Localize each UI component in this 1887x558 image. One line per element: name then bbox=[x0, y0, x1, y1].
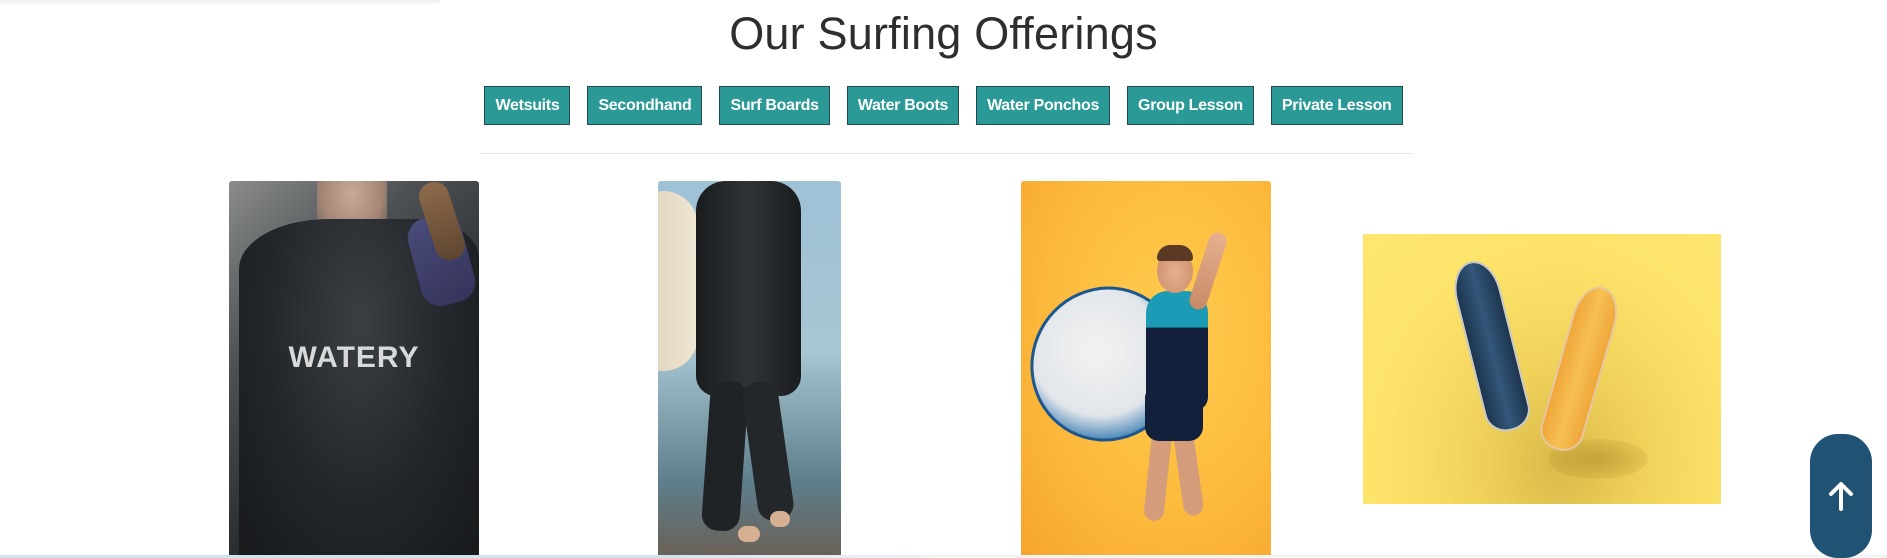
wetsuit-brand-text: WATERY bbox=[288, 341, 420, 374]
section-title: Our Surfing Offerings bbox=[729, 8, 1158, 59]
filter-private-lesson-button[interactable]: Private Lesson bbox=[1270, 86, 1403, 125]
gallery-image-surfer-walking[interactable] bbox=[658, 181, 841, 558]
surfboard-shape bbox=[658, 191, 698, 371]
filter-water-ponchos-button[interactable]: Water Ponchos bbox=[976, 86, 1111, 125]
filter-water-boots-button[interactable]: Water Boots bbox=[846, 86, 960, 125]
navy-surfboard-shape bbox=[1447, 256, 1535, 436]
filter-group-lesson-button[interactable]: Group Lesson bbox=[1127, 86, 1254, 125]
left-foot-shape bbox=[738, 526, 760, 542]
right-foot-shape bbox=[770, 511, 790, 527]
gallery-image-surfboards[interactable] bbox=[1363, 234, 1721, 504]
filter-buttons: Wetsuits Secondhand Surf Boards Water Bo… bbox=[0, 86, 1887, 125]
filter-surf-boards-button[interactable]: Surf Boards bbox=[719, 86, 830, 125]
left-leg-shape bbox=[700, 379, 750, 533]
hair-shape bbox=[1157, 245, 1193, 261]
arrow-up-icon bbox=[1827, 481, 1855, 511]
page: Our Surfing Offerings Wetsuits Secondhan… bbox=[0, 0, 1887, 558]
gallery-image-wetsuit[interactable]: WATERY bbox=[229, 181, 479, 558]
right-leg-shape bbox=[740, 379, 796, 523]
waving-arm-shape bbox=[1187, 230, 1229, 312]
filter-secondhand-button[interactable]: Secondhand bbox=[587, 86, 703, 125]
top-shadow bbox=[0, 0, 440, 6]
orange-surfboard-shape bbox=[1535, 281, 1625, 456]
scroll-to-top-button[interactable] bbox=[1810, 434, 1872, 558]
wetsuit-body-shape bbox=[696, 181, 801, 396]
gallery-image-surfer-with-board[interactable] bbox=[1021, 181, 1271, 558]
section-divider bbox=[481, 153, 1413, 154]
filter-wetsuits-button[interactable]: Wetsuits bbox=[484, 86, 571, 125]
